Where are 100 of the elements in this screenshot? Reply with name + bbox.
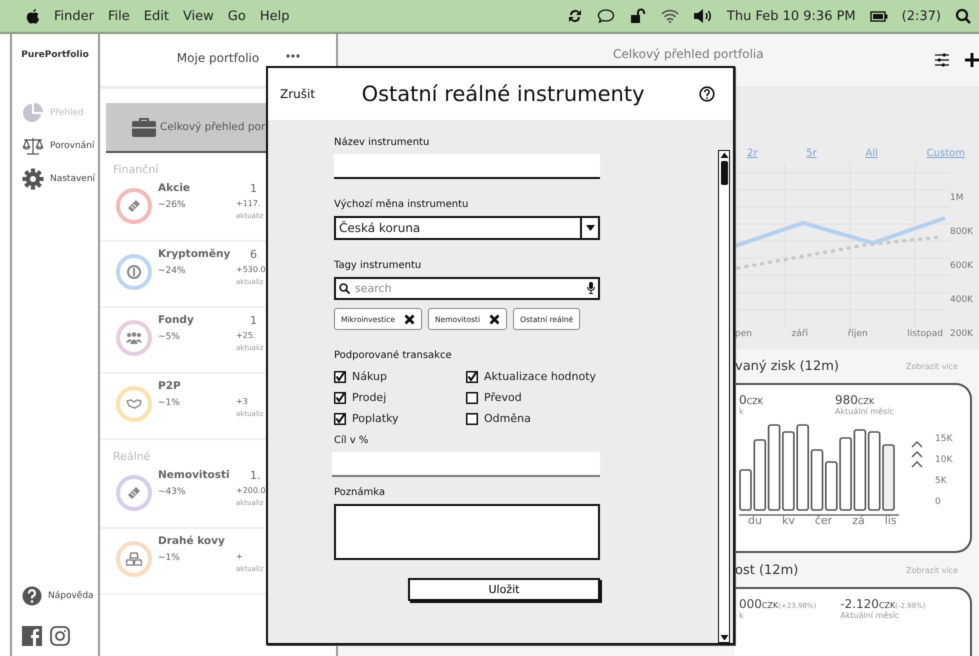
sync-icon[interactable] <box>566 8 583 24</box>
checkbox-label: Odměna <box>484 412 531 425</box>
asset-share: ~24% <box>158 266 187 276</box>
axis-label: čer <box>814 514 832 528</box>
group-heading: Reálné <box>113 450 152 463</box>
menu-item[interactable]: Edit <box>144 8 169 24</box>
briefcase-icon <box>132 117 156 137</box>
plus-icon[interactable] <box>965 53 979 67</box>
panel-title: Celkový přehled portfolia <box>613 47 764 61</box>
scroll-up-icon[interactable] <box>720 151 728 160</box>
asset-share: ~43% <box>158 487 187 497</box>
group-heading: Finanční <box>113 163 160 176</box>
axis-label: listopad <box>907 328 943 341</box>
asset-change: +200.0 <box>236 486 266 495</box>
clock[interactable]: Thu Feb 10 9:36 PM <box>726 8 856 24</box>
remove-icon[interactable] <box>489 314 500 324</box>
more-icon[interactable] <box>286 54 300 58</box>
asset-share: ~1% <box>158 553 181 563</box>
ticket-icon <box>127 199 141 213</box>
help-icon[interactable] <box>22 586 42 606</box>
stat-label: k <box>739 407 745 416</box>
help-icon[interactable] <box>699 86 715 102</box>
chevrons-icon <box>911 440 923 470</box>
axis-label: 0 <box>935 496 942 509</box>
axis-label: 10K <box>935 454 952 467</box>
apple-icon[interactable] <box>26 8 40 24</box>
axis-label: 400K <box>950 294 974 307</box>
axis-label: září <box>792 328 808 341</box>
field-label: Název instrumentu <box>334 137 430 148</box>
note-field[interactable] <box>334 504 600 560</box>
axis-label: 1M <box>950 192 964 205</box>
checkbox[interactable] <box>334 370 346 382</box>
section-title: ost (12m) <box>735 562 798 578</box>
chat-bubble-icon[interactable] <box>596 8 615 24</box>
remove-icon[interactable] <box>404 314 415 324</box>
name-field[interactable] <box>334 154 600 179</box>
checkbox[interactable] <box>334 412 346 424</box>
asset-name: Kryptoměny <box>158 248 232 260</box>
axis-label: 15K <box>935 433 952 446</box>
asset-name: P2P <box>158 380 182 392</box>
scroll-down-icon[interactable] <box>720 633 728 642</box>
menu-item[interactable]: File <box>108 8 130 24</box>
asset-share: ~26% <box>158 200 187 210</box>
scroll-thumb[interactable] <box>720 161 728 185</box>
asset-change: +3 <box>236 397 248 406</box>
sidebar-item[interactable]: Porovnání <box>22 136 96 156</box>
unlocked-lock-icon[interactable] <box>628 8 647 24</box>
asset-change: +530.0 <box>236 265 266 274</box>
asset-name: Fondy <box>158 314 195 326</box>
asset-share: ~5% <box>158 332 181 342</box>
checkbox-label: Poplatky <box>352 412 399 425</box>
instagram-icon[interactable] <box>50 626 70 646</box>
bar <box>739 469 752 511</box>
stat-value: 980CZK <box>835 393 876 407</box>
checkbox[interactable] <box>466 370 478 382</box>
checkbox-label: Převod <box>484 391 522 404</box>
tag-search-field[interactable]: search <box>334 277 600 300</box>
help-link[interactable]: Nápověda <box>48 591 94 601</box>
sidebar-item[interactable]: Nastavení <box>22 168 96 190</box>
menu-item[interactable]: Finder <box>54 8 94 24</box>
axis-label: 5K <box>935 475 948 488</box>
axis-label: kv <box>782 514 795 528</box>
asset-change: +117. <box>236 199 261 208</box>
stat-label: Aktuální měsíc <box>835 407 895 416</box>
axis-label: zá <box>852 514 865 528</box>
facebook-icon[interactable] <box>22 626 42 646</box>
currency-dropdown[interactable]: Česká koruna <box>334 216 600 240</box>
menu-item[interactable]: View <box>182 8 214 24</box>
asset-value: 6 <box>250 248 257 261</box>
wifi-icon[interactable] <box>660 9 679 23</box>
checkbox-label: Prodej <box>352 391 386 404</box>
search-icon[interactable] <box>955 8 971 24</box>
bar <box>810 449 824 511</box>
sliders-icon[interactable] <box>935 53 949 67</box>
target-field[interactable] <box>332 452 600 477</box>
asset-name: Akcie <box>158 182 192 194</box>
scrollbar[interactable] <box>718 150 730 643</box>
asset-name: Nemovitosti <box>158 469 231 481</box>
asset-change: + <box>236 552 243 561</box>
panel-title: Moje portfolio <box>176 51 260 65</box>
asset-value: 1. <box>250 469 260 482</box>
stat-value: 0CZK <box>739 393 764 407</box>
field-label: Podporované transakce <box>334 350 453 361</box>
checkbox[interactable] <box>334 392 346 404</box>
checkbox-label: Nákup <box>352 370 387 383</box>
save-button[interactable]: Uložit <box>408 578 600 601</box>
asset-share: ~1% <box>158 398 181 408</box>
axis-label: lis <box>884 514 897 528</box>
bar <box>754 439 766 511</box>
field-label: Cíl v % <box>334 435 370 446</box>
cancel-button[interactable]: Zrušit <box>280 87 316 101</box>
checkbox[interactable] <box>466 392 478 404</box>
search-icon <box>339 283 350 294</box>
battery-icon[interactable] <box>870 10 888 22</box>
checkbox[interactable] <box>466 412 478 424</box>
volume-icon[interactable] <box>692 8 713 24</box>
menu-item[interactable]: Go <box>228 8 246 24</box>
menu-item[interactable]: Help <box>260 8 290 24</box>
stat-label: k <box>739 611 745 620</box>
pie-chart-icon <box>22 102 44 124</box>
